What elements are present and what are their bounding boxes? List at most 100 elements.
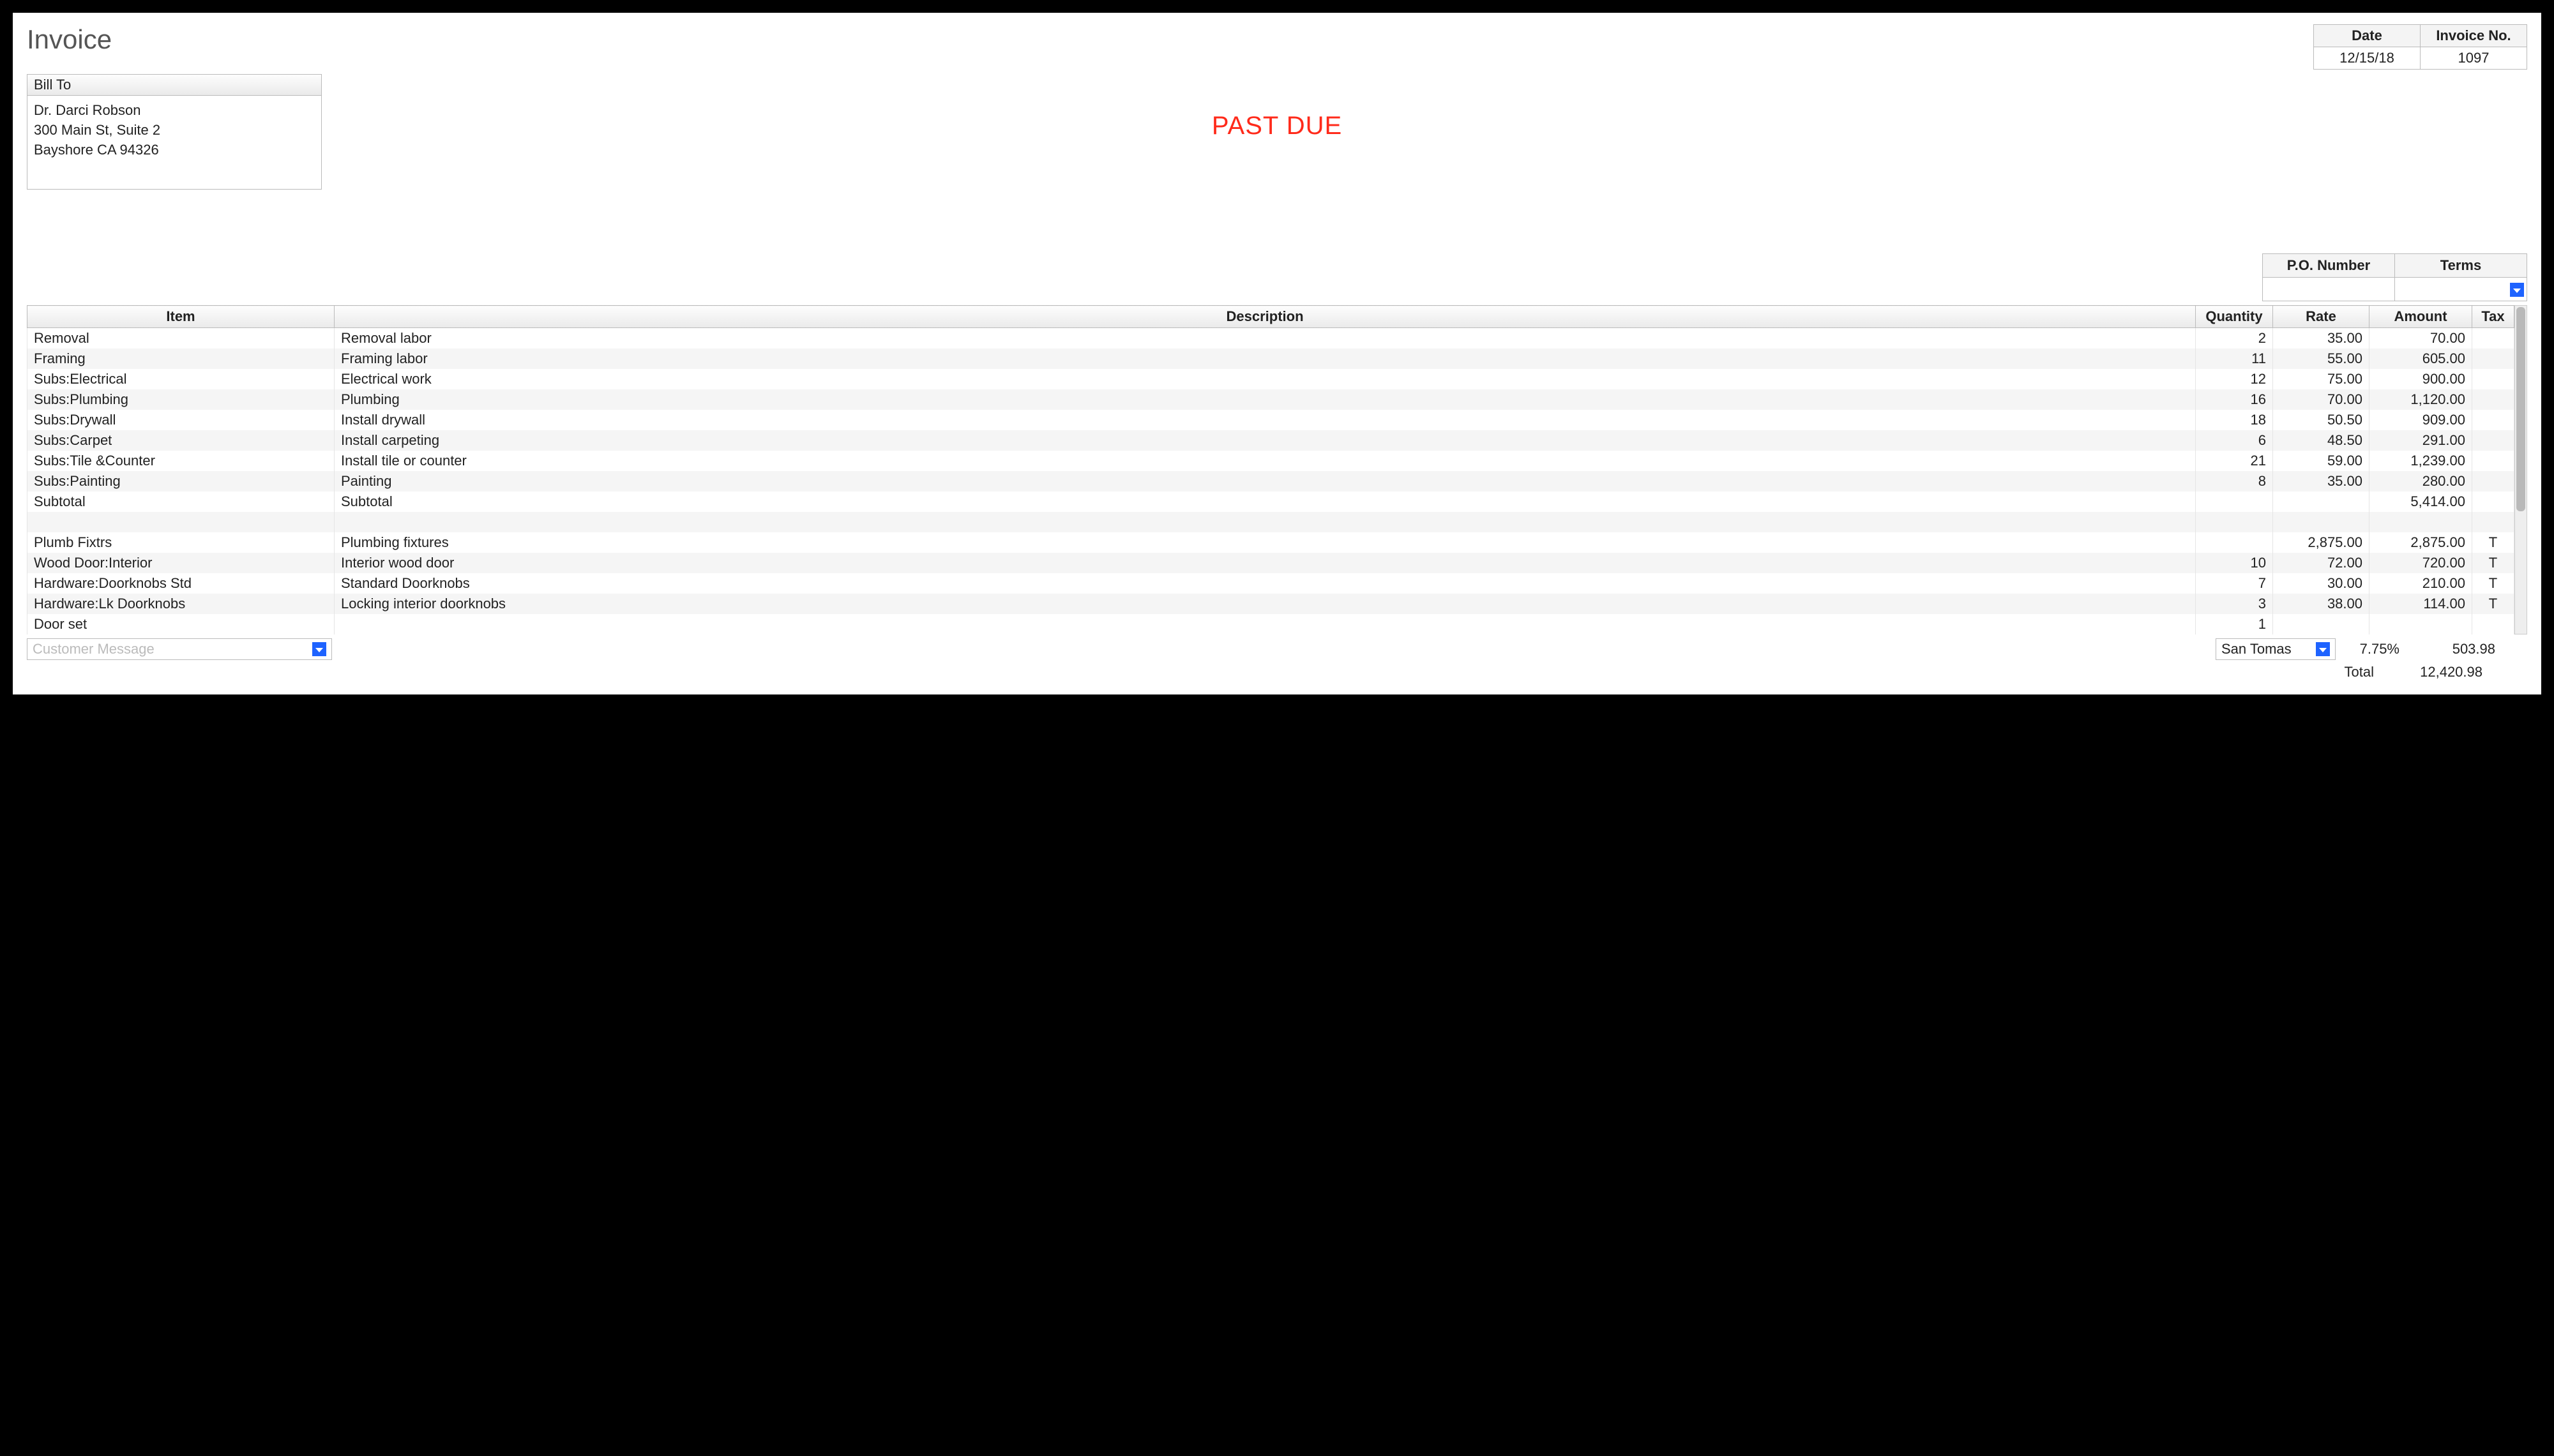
tax-location-select[interactable]: San Tomas [2216,638,2336,660]
description-cell[interactable] [335,614,2196,634]
rate-cell[interactable]: 48.50 [2273,430,2369,451]
description-cell[interactable]: Electrical work [335,369,2196,389]
tax-cell[interactable]: T [2472,594,2514,614]
description-cell[interactable]: Framing labor [335,349,2196,369]
scrollbar-thumb[interactable] [2516,307,2525,511]
tax-cell[interactable] [2472,492,2514,512]
tax-cell[interactable]: T [2472,553,2514,573]
amount-cell[interactable]: 909.00 [2369,410,2472,430]
table-row[interactable] [27,512,2514,532]
quantity-cell[interactable]: 1 [2196,614,2273,634]
bill-to-address[interactable]: Dr. Darci Robson 300 Main St, Suite 2 Ba… [27,96,321,189]
tax-cell[interactable] [2472,614,2514,634]
chevron-down-icon[interactable] [2510,283,2524,297]
table-row[interactable]: Subs:DrywallInstall drywall1850.50909.00 [27,410,2514,430]
tax-cell[interactable] [2472,389,2514,410]
rate-cell[interactable]: 55.00 [2273,349,2369,369]
rate-cell[interactable]: 35.00 [2273,471,2369,492]
description-cell[interactable]: Install carpeting [335,430,2196,451]
rate-cell[interactable]: 75.00 [2273,369,2369,389]
amount-cell[interactable]: 2,875.00 [2369,532,2472,553]
table-row[interactable]: RemovalRemoval labor235.0070.00 [27,328,2514,349]
quantity-cell[interactable]: 6 [2196,430,2273,451]
amount-cell[interactable]: 70.00 [2369,328,2472,349]
chevron-down-icon[interactable] [2316,642,2330,656]
quantity-cell[interactable]: 21 [2196,451,2273,471]
amount-cell[interactable]: 210.00 [2369,573,2472,594]
item-cell[interactable]: Door set [27,614,335,634]
rate-cell[interactable] [2273,512,2369,532]
rate-cell[interactable]: 70.00 [2273,389,2369,410]
amount-cell[interactable]: 1,239.00 [2369,451,2472,471]
table-row[interactable]: Subs:PlumbingPlumbing1670.001,120.00 [27,389,2514,410]
item-cell[interactable]: Subs:Carpet [27,430,335,451]
description-cell[interactable]: Plumbing [335,389,2196,410]
tax-cell[interactable] [2472,369,2514,389]
tax-cell[interactable] [2472,430,2514,451]
rate-cell[interactable]: 59.00 [2273,451,2369,471]
tax-cell[interactable] [2472,410,2514,430]
item-cell[interactable]: Subs:Drywall [27,410,335,430]
item-cell[interactable]: Hardware:Lk Doorknobs [27,594,335,614]
description-cell[interactable]: Install tile or counter [335,451,2196,471]
item-cell[interactable]: Removal [27,328,335,349]
table-row[interactable]: Hardware:Lk DoorknobsLocking interior do… [27,594,2514,614]
item-cell[interactable]: Subs:Electrical [27,369,335,389]
description-cell[interactable]: Install drywall [335,410,2196,430]
tax-cell[interactable]: T [2472,532,2514,553]
quantity-cell[interactable] [2196,532,2273,553]
rate-cell[interactable]: 50.50 [2273,410,2369,430]
quantity-cell[interactable]: 12 [2196,369,2273,389]
item-cell[interactable]: Plumb Fixtrs [27,532,335,553]
description-cell[interactable]: Locking interior doorknobs [335,594,2196,614]
tax-cell[interactable] [2472,451,2514,471]
tax-cell[interactable] [2472,471,2514,492]
item-cell[interactable]: Wood Door:Interior [27,553,335,573]
quantity-cell[interactable]: 8 [2196,471,2273,492]
table-row[interactable]: Subs:ElectricalElectrical work1275.00900… [27,369,2514,389]
amount-cell[interactable]: 5,414.00 [2369,492,2472,512]
description-cell[interactable] [335,512,2196,532]
rate-cell[interactable]: 35.00 [2273,328,2369,349]
amount-cell[interactable] [2369,614,2472,634]
table-row[interactable]: Plumb FixtrsPlumbing fixtures2,875.002,8… [27,532,2514,553]
description-cell[interactable]: Painting [335,471,2196,492]
tax-cell[interactable] [2472,328,2514,349]
quantity-cell[interactable] [2196,492,2273,512]
amount-cell[interactable]: 605.00 [2369,349,2472,369]
amount-cell[interactable]: 1,120.00 [2369,389,2472,410]
invoice-no-value[interactable]: 1097 [2421,47,2527,70]
description-cell[interactable]: Standard Doorknobs [335,573,2196,594]
quantity-cell[interactable]: 16 [2196,389,2273,410]
chevron-down-icon[interactable] [312,642,326,656]
customer-message-select[interactable]: Customer Message [27,638,332,660]
table-row[interactable]: Hardware:Doorknobs StdStandard Doorknobs… [27,573,2514,594]
rate-cell[interactable]: 2,875.00 [2273,532,2369,553]
quantity-cell[interactable]: 18 [2196,410,2273,430]
tax-cell[interactable] [2472,512,2514,532]
item-cell[interactable]: Framing [27,349,335,369]
rate-cell[interactable] [2273,492,2369,512]
tax-cell[interactable] [2472,349,2514,369]
item-cell[interactable]: Subs:Painting [27,471,335,492]
date-value[interactable]: 12/15/18 [2314,47,2421,70]
quantity-cell[interactable]: 10 [2196,553,2273,573]
table-row[interactable]: SubtotalSubtotal5,414.00 [27,492,2514,512]
quantity-cell[interactable]: 7 [2196,573,2273,594]
po-number-value[interactable] [2263,278,2395,301]
rate-cell[interactable]: 38.00 [2273,594,2369,614]
quantity-cell[interactable]: 2 [2196,328,2273,349]
item-cell[interactable] [27,512,335,532]
item-cell[interactable]: Subs:Tile &Counter [27,451,335,471]
table-row[interactable]: Subs:CarpetInstall carpeting648.50291.00 [27,430,2514,451]
rate-cell[interactable]: 30.00 [2273,573,2369,594]
item-cell[interactable]: Hardware:Doorknobs Std [27,573,335,594]
quantity-cell[interactable]: 3 [2196,594,2273,614]
quantity-cell[interactable] [2196,512,2273,532]
item-cell[interactable]: Subtotal [27,492,335,512]
rate-cell[interactable] [2273,614,2369,634]
table-row[interactable]: Subs:PaintingPainting835.00280.00 [27,471,2514,492]
tax-cell[interactable]: T [2472,573,2514,594]
scrollbar[interactable] [2514,305,2527,634]
amount-cell[interactable]: 720.00 [2369,553,2472,573]
